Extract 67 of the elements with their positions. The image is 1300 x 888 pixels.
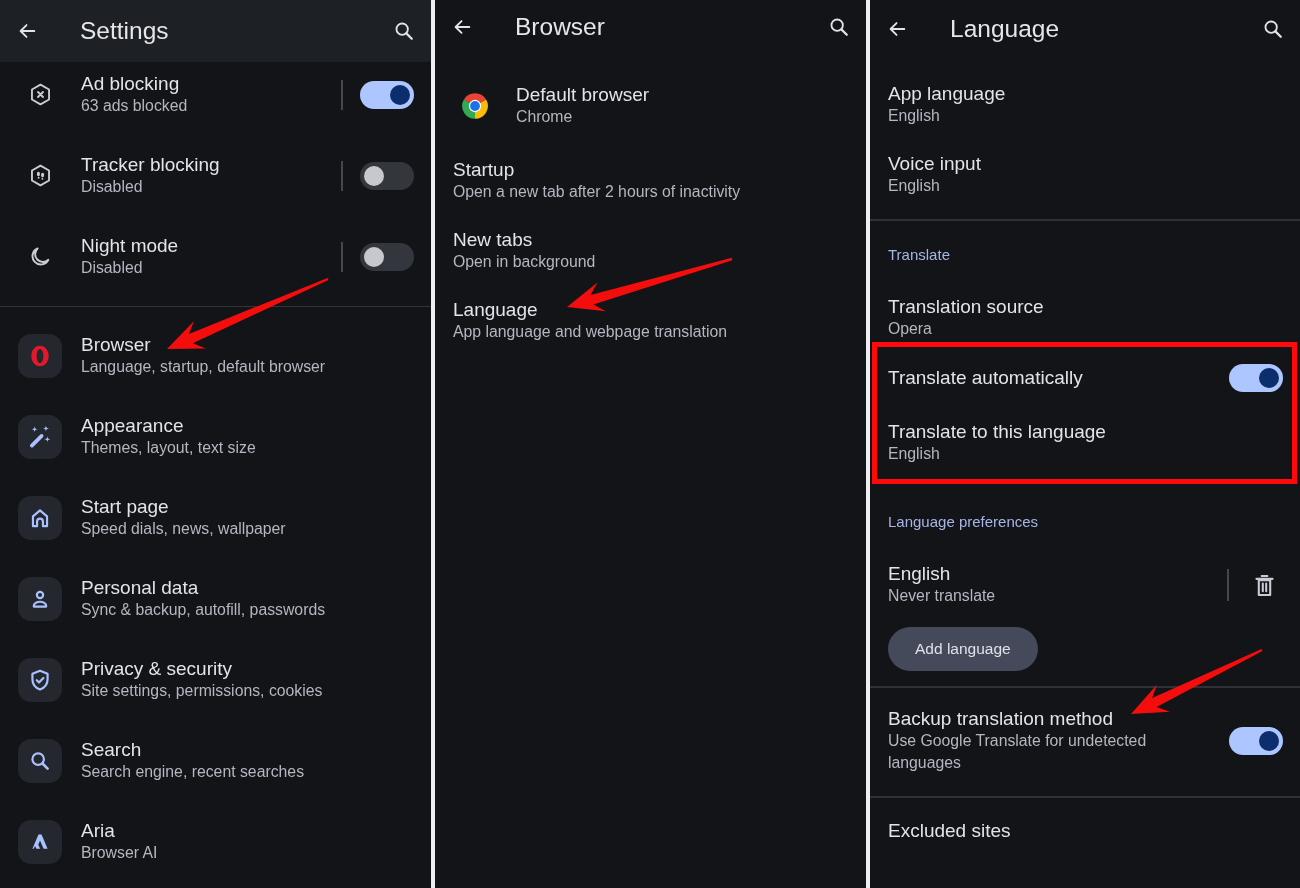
row-subtitle: Use Google Translate for undetected languages bbox=[888, 731, 1148, 773]
row-title[interactable]: Search bbox=[81, 738, 414, 761]
caret-up-icon bbox=[18, 819, 62, 864]
row-title[interactable]: Language bbox=[453, 299, 848, 321]
row-subtitle: English bbox=[888, 176, 941, 196]
row-subtitle: Never translate bbox=[888, 586, 997, 606]
row-subtitle: Site settings, permissions, cookies bbox=[81, 680, 324, 701]
row-title[interactable]: Night mode bbox=[81, 234, 335, 257]
search-icon[interactable] bbox=[393, 20, 415, 42]
row-subtitle: Sync & backup, autofill, passwords bbox=[81, 599, 327, 620]
row-title[interactable]: Translate to this language bbox=[888, 421, 1283, 443]
screen-title: Browser bbox=[515, 12, 606, 42]
row-title[interactable]: English bbox=[888, 563, 1219, 585]
row-subtitle: Disabled bbox=[81, 176, 144, 197]
row-title[interactable]: Browser bbox=[81, 333, 414, 356]
footprints-icon bbox=[28, 163, 53, 188]
screen-title: Language bbox=[950, 14, 1060, 44]
home-icon bbox=[18, 495, 62, 540]
hexagon-x-icon bbox=[28, 82, 53, 107]
section-heading: Language preferences bbox=[887, 512, 1040, 532]
toggle-switch[interactable] bbox=[360, 242, 414, 271]
screen-title: Settings bbox=[80, 16, 170, 46]
row-title[interactable]: App language bbox=[888, 83, 1283, 105]
row-subtitle: Speed dials, news, wallpaper bbox=[81, 518, 287, 539]
toggle-switch[interactable] bbox=[1229, 727, 1283, 755]
row-title[interactable]: Backup translation method bbox=[888, 708, 1188, 730]
browser-logo-icon bbox=[461, 92, 489, 120]
trash-icon[interactable] bbox=[1255, 573, 1274, 597]
row-subtitle: Open in background bbox=[453, 252, 597, 272]
row-subtitle: Themes, layout, text size bbox=[81, 437, 257, 458]
row-subtitle: Open a new tab after 2 hours of inactivity bbox=[453, 182, 742, 202]
row-subtitle: Chrome bbox=[516, 107, 574, 127]
add-language-button[interactable]: Add language bbox=[888, 627, 1038, 671]
row-title[interactable]: New tabs bbox=[453, 229, 848, 251]
row-subtitle: 63 ads blocked bbox=[81, 95, 189, 116]
row-subtitle: English bbox=[888, 444, 941, 464]
row-title[interactable]: Appearance bbox=[81, 414, 414, 437]
person-icon bbox=[18, 576, 62, 621]
magic-wand-icon bbox=[18, 414, 62, 459]
row-subtitle: Search engine, recent searches bbox=[81, 761, 306, 782]
row-title[interactable]: Aria bbox=[81, 819, 414, 842]
row-title[interactable]: Excluded sites bbox=[888, 820, 1283, 842]
section-heading: Translate bbox=[887, 245, 951, 265]
row-subtitle: Browser AI bbox=[81, 842, 159, 863]
row-title[interactable]: Translate automatically bbox=[888, 367, 1229, 389]
row-subtitle: English bbox=[888, 106, 941, 126]
row-title[interactable]: Personal data bbox=[81, 576, 414, 599]
search-icon[interactable] bbox=[828, 16, 850, 38]
row-title[interactable]: Start page bbox=[81, 495, 414, 518]
row-title[interactable]: Default browser bbox=[516, 84, 848, 106]
row-subtitle: Language, startup, default browser bbox=[81, 356, 327, 377]
search-icon[interactable] bbox=[1262, 18, 1284, 40]
row-title[interactable]: Startup bbox=[453, 159, 848, 181]
shield-check-icon bbox=[18, 657, 62, 702]
row-title[interactable]: Tracker blocking bbox=[81, 153, 335, 176]
row-subtitle: Opera bbox=[888, 319, 933, 339]
toggle-switch[interactable] bbox=[360, 161, 414, 190]
row-title[interactable]: Privacy & security bbox=[81, 657, 414, 680]
ring-icon bbox=[18, 333, 62, 378]
row-subtitle: App language and webpage translation bbox=[453, 322, 729, 342]
row-title[interactable]: Voice input bbox=[888, 153, 1283, 175]
toggle-switch[interactable] bbox=[1229, 364, 1283, 392]
toggle-switch[interactable] bbox=[360, 80, 414, 109]
search-icon bbox=[18, 738, 62, 783]
row-title[interactable]: Ad blocking bbox=[81, 72, 335, 95]
row-title[interactable]: Translation source bbox=[888, 296, 1283, 318]
row-subtitle: Disabled bbox=[81, 257, 144, 278]
